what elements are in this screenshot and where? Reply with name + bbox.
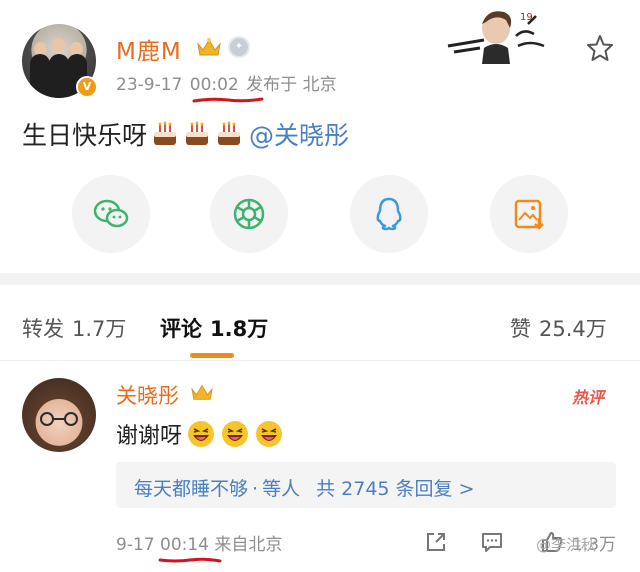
tab-comments-label: 评论 (160, 317, 202, 341)
tab-comments-count: 1.8万 (210, 317, 269, 341)
reply-summary-user: 每天都睡不够 (134, 478, 249, 500)
comment-text-body: 谢谢呀 (116, 424, 183, 449)
mention-link[interactable]: @关晓彤 (249, 116, 349, 152)
red-underline-annotation (192, 97, 264, 103)
stats-tabs: 转发 1.7万 评论 1.8万 赞 25.4万 (0, 285, 640, 361)
post-text: 生日快乐呀 @关晓彤 (22, 116, 349, 152)
comment-author-name[interactable]: 关晓彤 (116, 380, 179, 410)
tab-reposts-label: 转发 (22, 317, 64, 341)
share-row (0, 175, 640, 255)
qq-icon (376, 197, 402, 231)
replies-summary-link[interactable]: 每天都睡不够 · 等人 共 2745 条回复 > (116, 462, 616, 508)
wechat-icon (93, 199, 129, 228)
cake-icon (154, 121, 177, 145)
crown-icon (197, 38, 221, 56)
tab-likes-count: 25.4万 (539, 317, 607, 341)
post-meta: 23-9-17 00:02 发布于 北京 (116, 70, 339, 95)
cake-icon (218, 121, 241, 145)
comment-date: 9-17 (116, 535, 155, 555)
section-divider (0, 273, 640, 285)
post-date: 23-9-17 (116, 75, 183, 95)
share-wechat-button[interactable] (72, 175, 150, 253)
tab-comments[interactable]: 评论 1.8万 (160, 313, 268, 343)
reply-icon[interactable] (480, 530, 504, 554)
laugh-emoji-icon (256, 421, 283, 447)
post-source: 发布于 北京 (246, 75, 337, 95)
comment-time: 00:14 (160, 535, 209, 555)
comment-source: 来自北京 (214, 535, 283, 555)
post-header: V M鹿M ✦ 23-9-17 00:02 发布于 北京 19 (0, 0, 640, 110)
verified-badge-icon: V (76, 76, 98, 98)
post-author-name[interactable]: M鹿M (116, 32, 182, 66)
share-qq-button[interactable] (350, 175, 428, 253)
tab-likes-label: 赞 (510, 317, 531, 341)
cake-icon (186, 121, 209, 145)
watermark: @李洪秋 (536, 536, 597, 554)
post-time: 00:02 (189, 75, 239, 95)
medal-icon: ✦ (228, 36, 250, 58)
tab-likes[interactable]: 赞 25.4万 (510, 313, 607, 343)
hot-comment-badge: 热评 (572, 388, 605, 407)
svg-text:19: 19 (520, 12, 533, 23)
save-image-icon (514, 199, 544, 230)
comment-meta: 9-17 00:14 来自北京 (116, 530, 282, 555)
tab-reposts-count: 1.7万 (72, 317, 127, 341)
profile-banner-image: 19 (447, 11, 545, 64)
reply-total: 共 2745 条回复 > (316, 478, 475, 500)
comment-avatar[interactable] (22, 378, 96, 452)
post-text-body: 生日快乐呀 (22, 121, 148, 150)
laugh-emoji-icon (222, 421, 249, 447)
share-moments-button[interactable] (210, 175, 288, 253)
red-underline-annotation (158, 557, 222, 563)
reply-others: 等人 (262, 478, 301, 500)
tab-reposts[interactable]: 转发 1.7万 (22, 313, 126, 343)
laugh-emoji-icon (188, 421, 215, 447)
comment-text: 谢谢呀 (116, 418, 284, 450)
save-image-button[interactable] (490, 175, 568, 253)
crown-icon (191, 384, 213, 400)
share-icon[interactable] (424, 530, 448, 554)
active-tab-indicator (190, 353, 234, 358)
star-icon[interactable] (586, 34, 614, 62)
moments-icon (233, 198, 265, 230)
reply-sep: · (252, 478, 259, 500)
